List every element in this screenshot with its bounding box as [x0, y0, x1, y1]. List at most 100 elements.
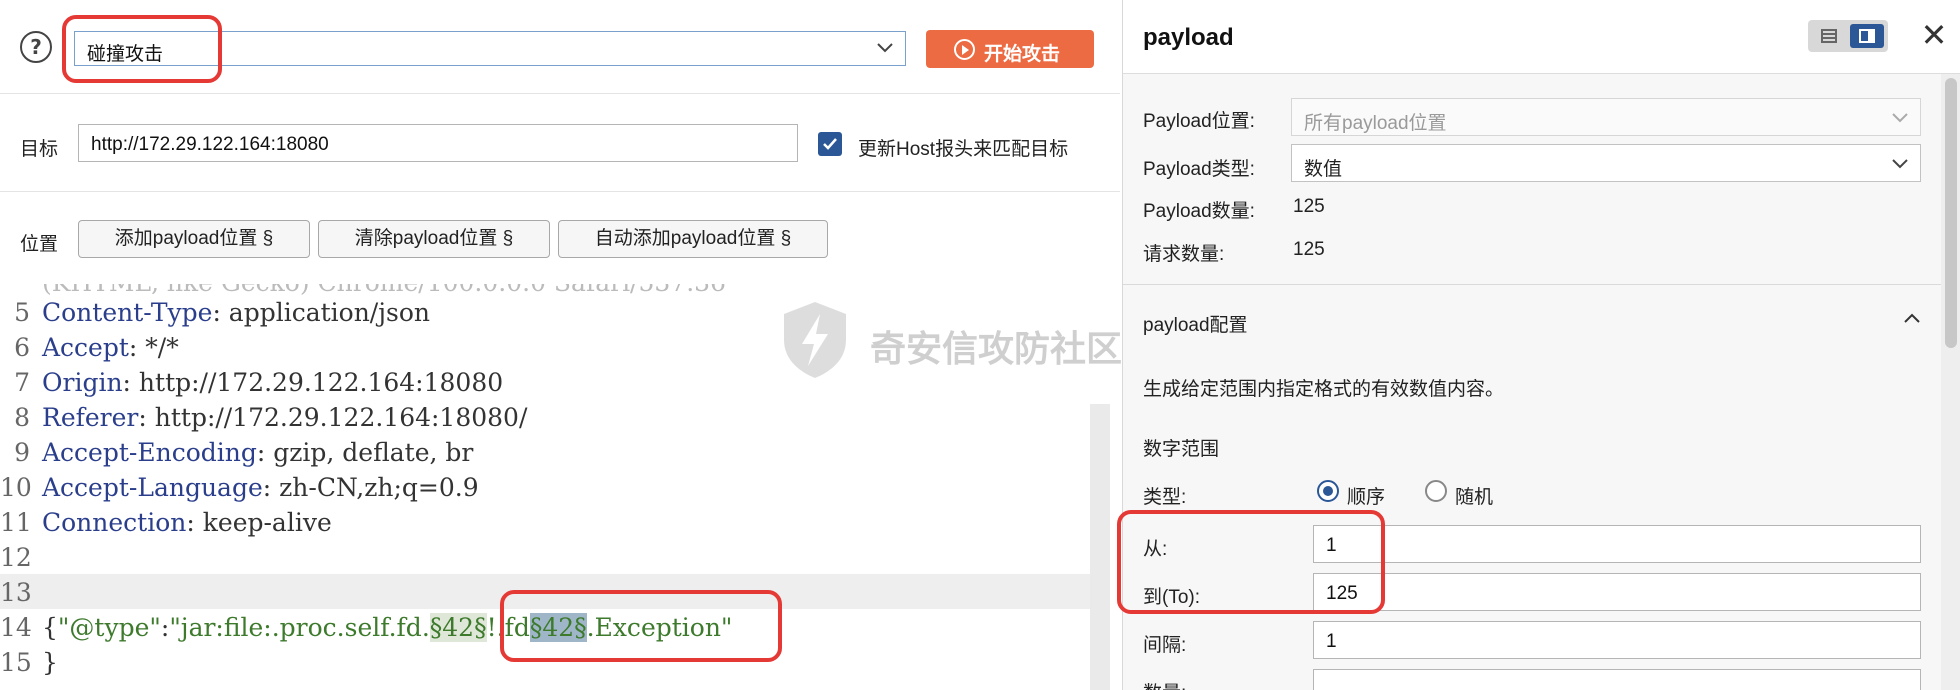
step-label: 间隔: — [1143, 635, 1187, 656]
chevron-up-icon[interactable] — [1901, 308, 1923, 330]
step-value: 1 — [1326, 631, 1337, 652]
json-string: !.fd — [486, 613, 530, 642]
shield-logo-icon — [784, 302, 846, 378]
update-host-checkbox[interactable] — [818, 132, 842, 156]
chevron-down-icon — [877, 43, 893, 53]
positions-row: 位置 添加payload位置 § 清除payload位置 § 自动添加paylo… — [0, 192, 1120, 284]
target-row: 目标 http://172.29.122.164:18080 更新Host报头来… — [0, 94, 1120, 192]
header-name: Accept — [42, 333, 129, 362]
payload-panel: payload ✕ Payload位置: 所有payload位置 Payload… — [1117, 0, 1960, 690]
request-count-value: 125 — [1293, 239, 1325, 260]
payload-position-label: Payload位置: — [1143, 111, 1255, 132]
add-payload-position-button[interactable]: 添加payload位置 § — [78, 220, 310, 258]
to-value: 125 — [1326, 583, 1358, 604]
editor-line: 8 Referer: http://172.29.122.164:18080/ — [0, 399, 1110, 434]
radio-random-label: 随机 — [1455, 487, 1494, 508]
radio-sequential[interactable] — [1317, 480, 1339, 502]
payload-position-select[interactable]: 所有payload位置 — [1291, 98, 1921, 136]
to-input[interactable]: 125 — [1313, 573, 1921, 611]
line-number: 12 — [0, 543, 32, 572]
editor-line: 12 — [0, 539, 1110, 574]
payload-config-description: 生成给定范围内指定格式的有效数值内容。 — [1143, 379, 1505, 400]
header-name: Connection — [42, 508, 187, 537]
update-host-label: 更新Host报头来匹配目标 — [858, 139, 1069, 160]
from-value: 1 — [1326, 535, 1337, 556]
section-divider — [1123, 284, 1941, 285]
panel-title: payload — [1143, 24, 1234, 51]
line-number: 5 — [14, 298, 30, 327]
close-panel-icon[interactable]: ✕ — [1918, 19, 1950, 52]
line-number: 15 — [0, 648, 32, 677]
line-number: 14 — [0, 613, 32, 642]
from-input[interactable]: 1 — [1313, 525, 1921, 563]
line-number: 11 — [0, 508, 32, 537]
header-name: Content-Type — [42, 298, 213, 327]
json-key: "@type" — [57, 613, 161, 642]
json-string: "jar:file:.proc.self.fd. — [169, 613, 430, 642]
editor-scrollbar[interactable] — [1090, 404, 1110, 690]
header-value: : zh-CN,zh;q=0.9 — [262, 473, 479, 502]
header-value: : gzip, deflate, br — [256, 438, 474, 467]
list-view-icon[interactable] — [1812, 24, 1846, 48]
header-value: : http://172.29.122.164:18080 — [122, 368, 504, 397]
start-attack-button[interactable]: 开始攻击 — [926, 30, 1094, 68]
auto-payload-position-button[interactable]: 自动添加payload位置 § — [558, 220, 828, 258]
radio-sequential-label: 顺序 — [1347, 487, 1386, 508]
count-input[interactable] — [1313, 669, 1921, 690]
payload-count-label: Payload数量: — [1143, 201, 1255, 222]
payload-panel-header: payload ✕ — [1123, 0, 1960, 74]
chevron-down-icon — [1892, 113, 1908, 123]
attack-mode-select[interactable]: 碰撞攻击 — [74, 31, 906, 66]
attack-mode-row: ? 碰撞攻击 开始攻击 — [0, 0, 1120, 94]
payload-marker-selected[interactable]: §42§ — [529, 613, 587, 642]
line-number: 6 — [14, 333, 30, 362]
positions-label: 位置 — [20, 234, 59, 255]
editor-line-current: 13 — [0, 574, 1110, 609]
line-number: 13 — [0, 578, 32, 607]
payload-count-value: 125 — [1293, 196, 1325, 217]
scrollbar-thumb[interactable] — [1945, 78, 1957, 348]
header-name: Origin — [42, 368, 123, 397]
clear-payload-position-button[interactable]: 清除payload位置 § — [318, 220, 550, 258]
target-input[interactable]: http://172.29.122.164:18080 — [78, 124, 798, 162]
from-label: 从: — [1143, 539, 1168, 560]
help-icon[interactable]: ? — [20, 31, 52, 63]
target-label: 目标 — [20, 139, 59, 160]
payload-type-label: Payload类型: — [1143, 159, 1255, 180]
json-brace: { — [42, 613, 58, 642]
payload-type-select[interactable]: 数值 — [1291, 144, 1921, 182]
attack-config-pane: ? 碰撞攻击 开始攻击 目标 http://172.29.122.164:180… — [0, 0, 1123, 690]
editor-line: 10 Accept-Language: zh-CN,zh;q=0.9 — [0, 469, 1110, 504]
to-label: 到(To): — [1143, 587, 1201, 608]
payload-config-title[interactable]: payload配置 — [1143, 310, 1248, 337]
range-type-label: 类型: — [1143, 487, 1187, 508]
editor-body-line: 14 {"@type":"jar:file:.proc.self.fd.§42§… — [0, 609, 1110, 644]
panel-view-icon[interactable] — [1850, 24, 1884, 48]
header-name: Referer — [42, 403, 139, 432]
editor-line: 9 Accept-Encoding: gzip, deflate, br — [0, 434, 1110, 469]
panel-scrollbar[interactable] — [1941, 74, 1960, 690]
checkmark-icon — [823, 138, 837, 150]
header-value: : http://172.29.122.164:18080/ — [138, 403, 528, 432]
header-value: : */* — [128, 333, 179, 362]
radio-random[interactable] — [1425, 480, 1447, 502]
header-name: Accept-Language — [42, 473, 263, 502]
count-label: 数量: — [1143, 678, 1186, 690]
json-string: .Exception" — [586, 613, 733, 642]
header-value: : application/json — [212, 298, 430, 327]
header-name: Accept-Encoding — [42, 438, 257, 467]
number-range-title: 数字范围 — [1143, 439, 1220, 460]
step-input[interactable]: 1 — [1313, 621, 1921, 659]
chevron-down-icon — [1892, 159, 1908, 169]
start-attack-label: 开始攻击 — [984, 44, 1061, 65]
payload-settings: Payload位置: 所有payload位置 Payload类型: 数值 Pay… — [1117, 74, 1941, 690]
payload-position-value: 所有payload位置 — [1304, 113, 1447, 134]
line-number: 10 — [0, 473, 32, 502]
watermark-text: 奇安信攻防社区 — [870, 328, 1123, 369]
line-number: 7 — [14, 368, 30, 397]
json-brace: } — [42, 648, 58, 677]
line-number: 9 — [14, 438, 30, 467]
layout-toggle — [1808, 20, 1888, 52]
payload-marker[interactable]: §42§ — [429, 613, 487, 642]
payload-type-value: 数值 — [1304, 159, 1343, 180]
